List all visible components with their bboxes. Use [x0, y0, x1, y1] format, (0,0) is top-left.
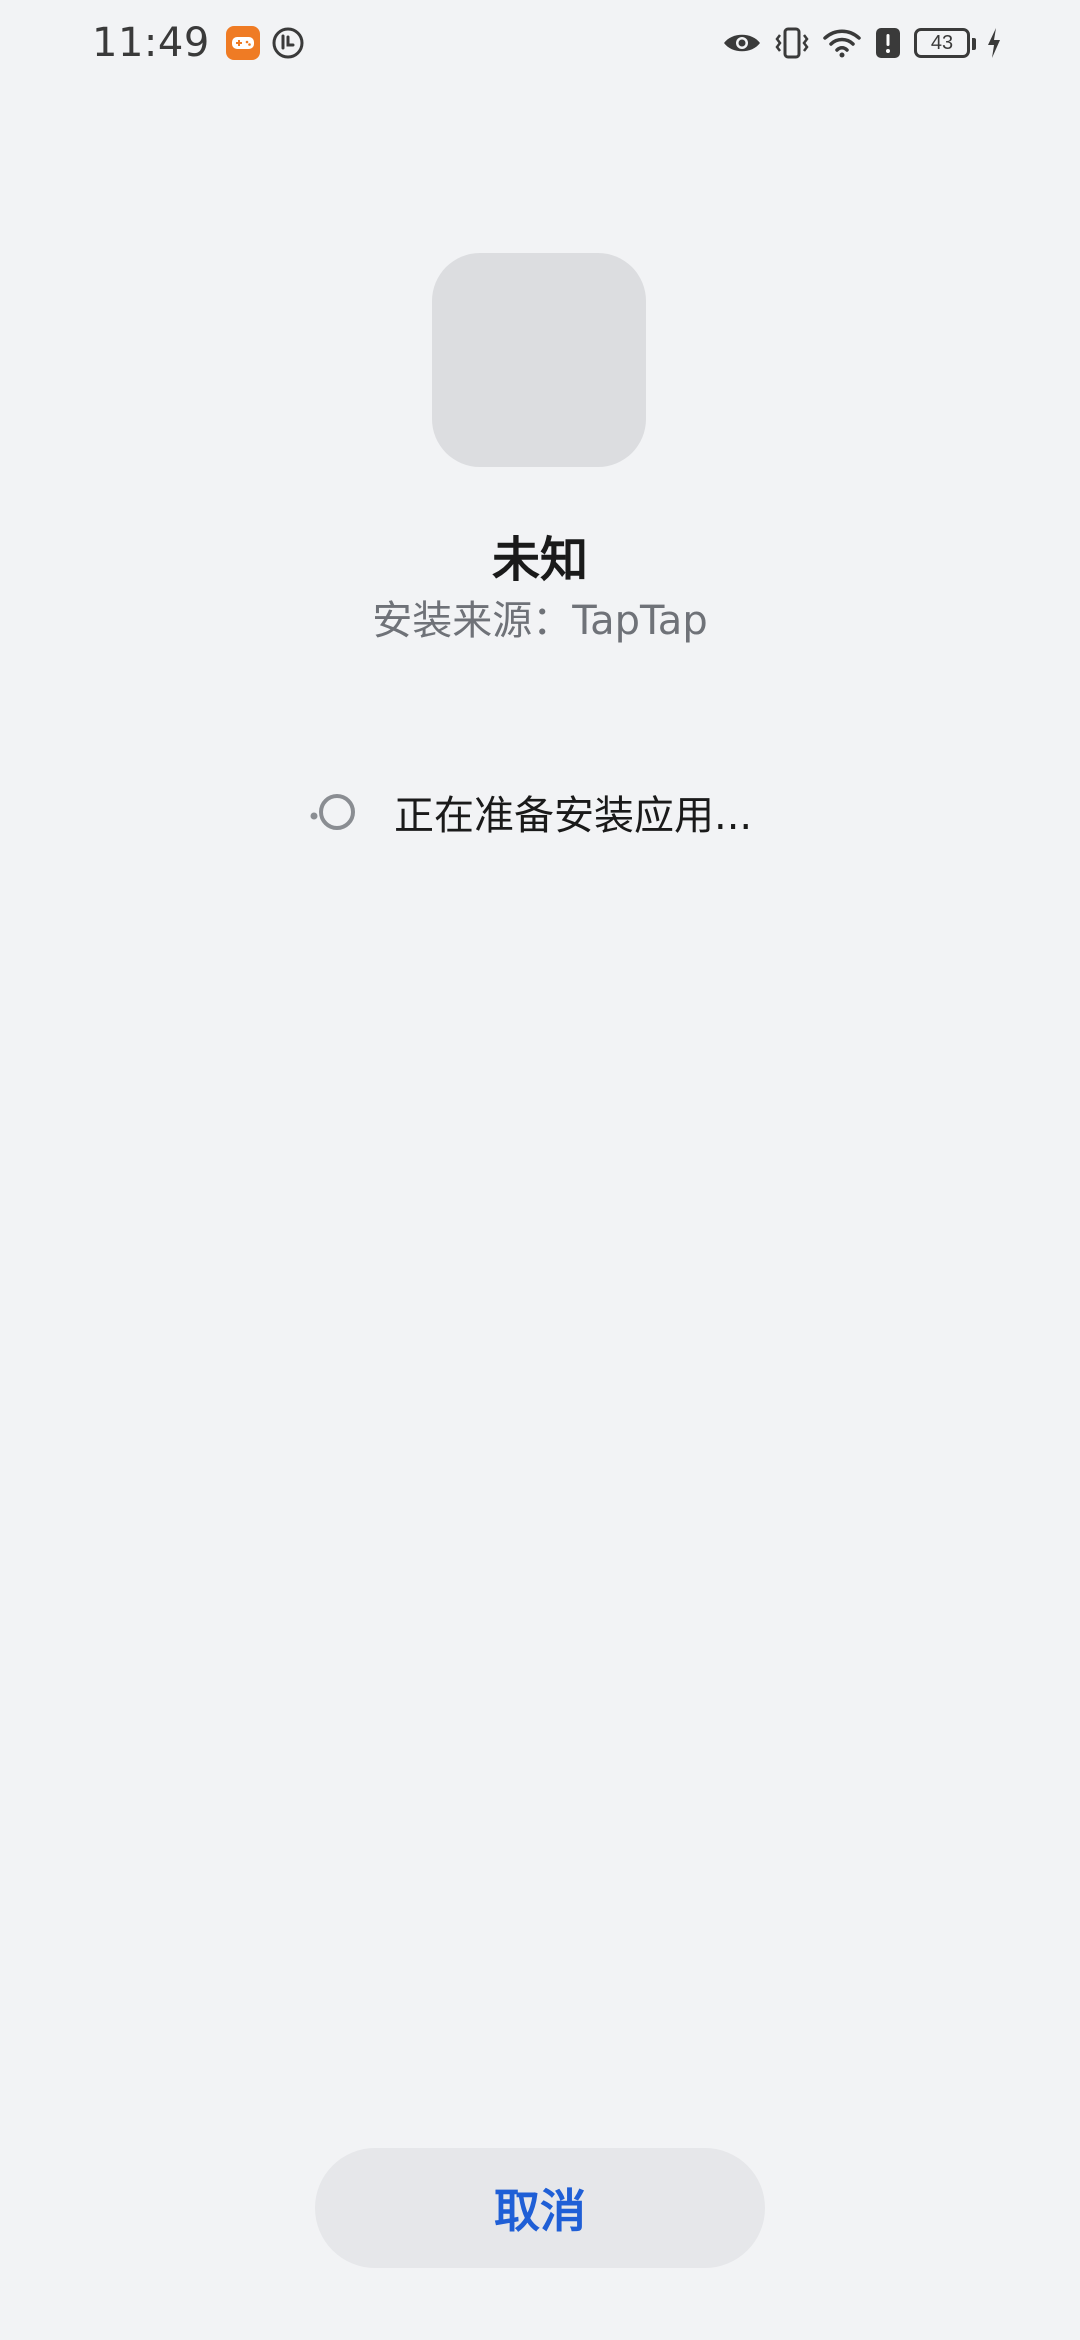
vibrate-icon — [774, 26, 810, 60]
status-time: 11:49 — [92, 20, 210, 66]
charging-icon — [986, 27, 1002, 59]
status-bar: 11:49 43 — [0, 0, 1080, 84]
wifi-icon — [822, 27, 862, 59]
install-progress: 正在准备安装应用... — [306, 784, 752, 840]
status-bar-right: 43 — [722, 18, 1002, 68]
game-mode-icon — [225, 26, 260, 60]
battery-icon: 43 — [914, 28, 976, 58]
status-bar-left: 11:49 — [92, 18, 306, 68]
cancel-button[interactable]: 取消 — [315, 2148, 765, 2268]
loading-spinner-icon — [306, 786, 358, 838]
progress-text: 正在准备安装应用... — [394, 793, 753, 839]
battery-level: 43 — [930, 31, 954, 54]
app-name: 未知 — [491, 532, 588, 588]
clock-badge-icon — [270, 25, 306, 61]
eye-icon — [722, 29, 762, 57]
alert-icon — [874, 26, 902, 60]
install-source: 安装来源：TapTap — [372, 598, 708, 644]
app-icon-placeholder — [432, 253, 646, 467]
